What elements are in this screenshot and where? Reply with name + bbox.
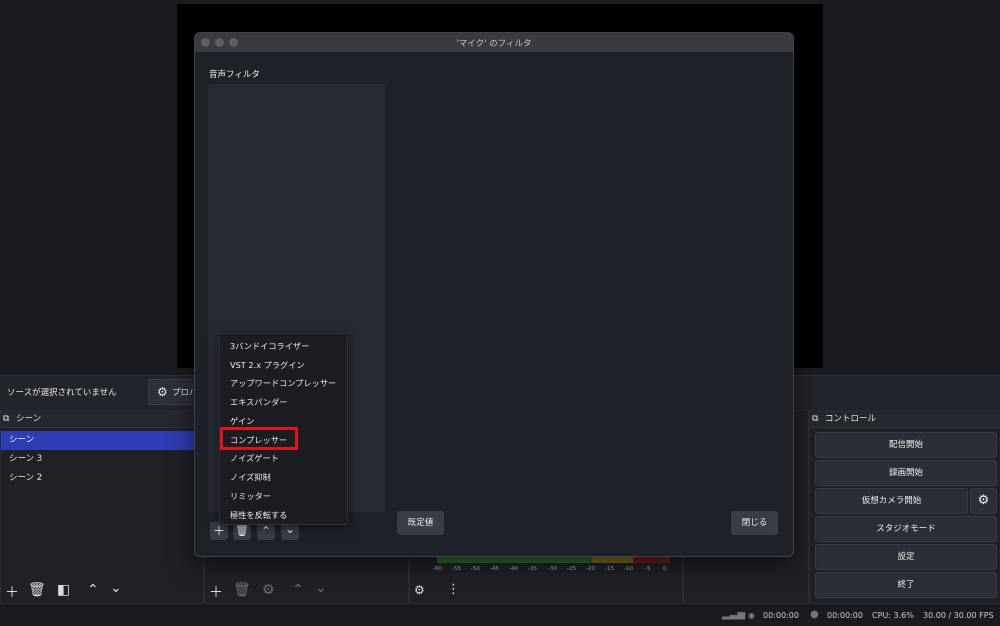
dialog-titlebar[interactable]: 'マイク' のフィルタ	[195, 33, 793, 52]
studio-mode-button[interactable]: スタジオモード	[815, 516, 997, 542]
volume-meter	[437, 557, 670, 563]
no-source-label: ソースが選択されていません	[7, 388, 117, 398]
scene-icon: ⧉	[3, 414, 10, 424]
virtual-camera-settings-button[interactable]: ⚙	[970, 488, 997, 514]
fps-readout: 30.00 / 30.00 FPS	[923, 611, 994, 620]
stream-icon: ◉	[748, 611, 755, 620]
chevron-up-icon[interactable]: ⌃	[292, 582, 304, 598]
gear-icon: ⚙	[157, 385, 168, 399]
scenes-title: シーン	[16, 414, 42, 424]
menu-item-noise-gate[interactable]: ノイズゲート	[230, 452, 279, 464]
trash-icon[interactable]: 🗑	[233, 582, 251, 598]
chevron-up-icon: ⌃	[260, 524, 272, 538]
record-dot-icon: ●	[810, 609, 819, 620]
controls-title: コントロール	[825, 414, 877, 424]
scene-item[interactable]: シーン 3	[1, 450, 203, 469]
chevron-down-icon[interactable]: ⌄	[110, 580, 122, 596]
menu-item-3band-eq[interactable]: 3バンドイコライザー	[230, 340, 309, 352]
scene-item[interactable]: シーン 2	[1, 469, 203, 488]
scenes-dock-header: ⧉ シーン	[1, 411, 203, 428]
start-streaming-button[interactable]: 配信開始	[815, 432, 997, 458]
defaults-button[interactable]: 既定値	[397, 511, 444, 535]
highlight-box	[220, 427, 298, 450]
menu-item-upward-compressor[interactable]: アップワードコンプレッサー	[230, 377, 336, 389]
plus-icon[interactable]: ＋	[5, 582, 19, 602]
dialog-title: 'マイク' のフィルタ	[456, 39, 532, 49]
audio-filters-label: 音声フィルタ	[209, 70, 260, 80]
stream-time: 00:00:00	[763, 611, 799, 620]
menu-item-noise-suppression[interactable]: ノイズ抑制	[230, 471, 271, 483]
chevron-up-icon[interactable]: ⌃	[87, 582, 99, 598]
menu-item-invert-polarity[interactable]: 極性を反転する	[230, 509, 287, 521]
menu-item-expander[interactable]: エキスパンダー	[230, 396, 287, 408]
menu-item-gain[interactable]: ゲイン	[230, 415, 254, 427]
gear-icon[interactable]: ⚙	[262, 582, 275, 598]
plus-icon[interactable]: ＋	[209, 582, 223, 602]
gear-icon: ⚙	[977, 493, 990, 508]
status-bar: ▂▃▅ ◉ 00:00:00 ● 00:00:00 CPU: 3.6% 30.0…	[0, 603, 1000, 626]
signal-icon: ▂▃▅	[722, 609, 746, 620]
menu-item-vst-plugin[interactable]: VST 2.x プラグイン	[230, 359, 305, 371]
filter-icon[interactable]: ◧	[57, 582, 70, 598]
trash-icon: 🗑	[235, 524, 249, 537]
close-button[interactable]: 閉じる	[731, 511, 778, 535]
start-virtual-camera-button[interactable]: 仮想カメラ開始	[815, 488, 968, 514]
record-time: 00:00:00	[827, 611, 863, 620]
plus-icon: ＋	[212, 524, 225, 538]
settings-button[interactable]: 設定	[815, 544, 997, 570]
controls-dock-header: ⧉ コントロール	[810, 411, 1000, 428]
control-icon: ⧉	[812, 414, 819, 424]
menu-item-limiter[interactable]: リミッター	[230, 490, 271, 502]
more-icon[interactable]: ⋮	[447, 582, 460, 597]
cpu-usage: CPU: 3.6%	[872, 611, 914, 620]
scene-item[interactable]: シーン	[1, 431, 203, 450]
exit-button[interactable]: 終了	[815, 572, 997, 598]
start-recording-button[interactable]: 録画開始	[815, 460, 997, 486]
scenes-dock: ⧉ シーン シーン シーン 3 シーン 2	[0, 410, 204, 604]
trash-icon[interactable]: 🗑	[28, 582, 46, 598]
chevron-down-icon[interactable]: ⌄	[315, 580, 327, 596]
gear-icon[interactable]: ⚙	[414, 583, 425, 597]
